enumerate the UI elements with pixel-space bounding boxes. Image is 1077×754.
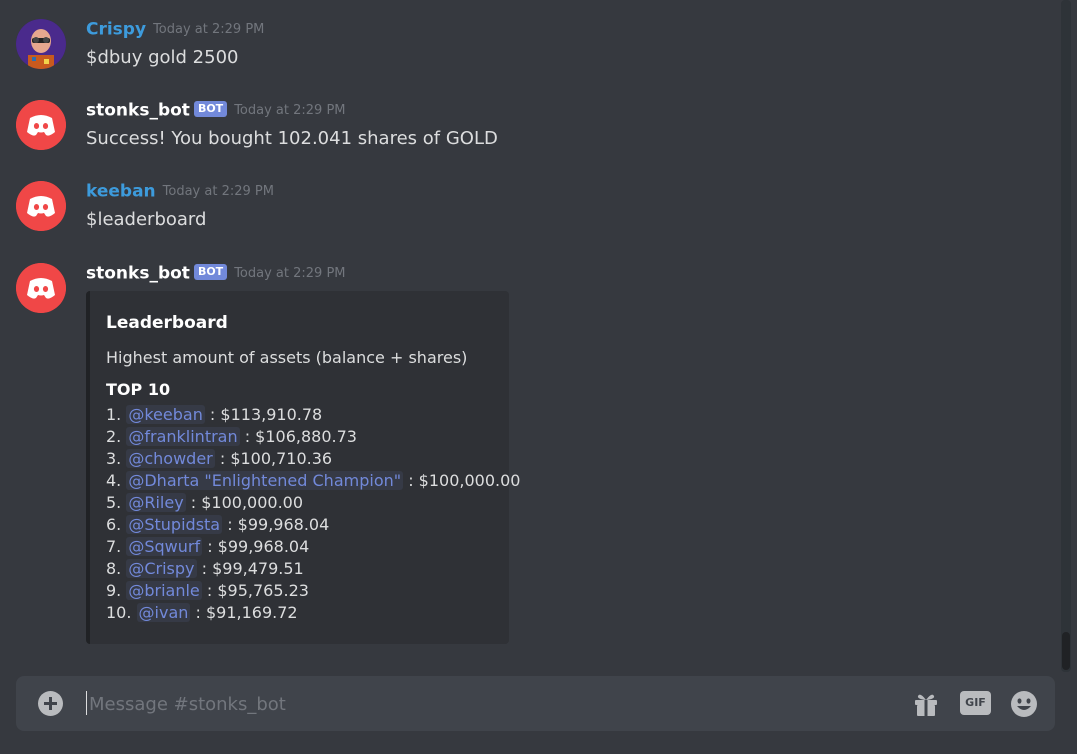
gif-icon[interactable]: GIF [960,691,991,715]
leaderboard-row: 10. @ivan : $91,169.72 [106,602,520,624]
timestamp: Today at 2:29 PM [162,184,274,199]
assets-value: : $100,000.00 [403,471,521,490]
message-text: Success! You bought 102.041 shares of GO… [86,128,498,149]
message-text: $leaderboard [86,209,207,230]
scrollbar-track[interactable] [1061,0,1071,672]
message-input[interactable] [87,688,891,720]
username[interactable]: stonks_bot [86,264,190,284]
avatar[interactable] [16,263,66,313]
message-header: stonks_bot BOT Today at 2:29 PM [86,100,346,124]
bot-tag: BOT [193,100,228,117]
leaderboard-row: 5. @Riley : $100,000.00 [106,492,520,514]
leaderboard-row: 4. @Dharta "Enlightened Champion" : $100… [106,470,520,492]
avatar[interactable] [16,181,66,231]
assets-value: : $100,000.00 [185,493,304,512]
assets-value: : $106,880.73 [239,427,357,446]
assets-value: : $95,765.23 [201,581,309,600]
rank: 10. [106,603,132,622]
rank: 7. [106,537,122,556]
message-composer: GIF [16,676,1055,731]
embed-field-name: TOP 10 [106,380,171,399]
leaderboard-row: 8. @Crispy : $99,479.51 [106,558,520,580]
leaderboard-row: 6. @Stupidsta : $99,968.04 [106,514,520,536]
assets-value: : $113,910.78 [204,405,323,424]
avatar[interactable] [16,100,66,150]
assets-value: : $91,169.72 [190,603,298,622]
discord-logo-icon [16,100,66,150]
assets-value: : $100,710.36 [214,449,333,468]
rank: 2. [106,427,122,446]
assets-value: : $99,479.51 [196,559,304,578]
bot-tag: BOT [193,263,228,280]
avatar[interactable] [16,19,66,69]
user-mention[interactable]: @ivan [136,603,191,622]
leaderboard-list: 1. @keeban : $113,910.78 2. @franklintra… [106,404,520,624]
scrollbar-thumb[interactable] [1062,632,1070,670]
discord-logo-icon [16,181,66,231]
assets-value: : $99,968.04 [202,537,310,556]
leaderboard-row: 9. @brianle : $95,765.23 [106,580,520,602]
chat-pane: Crispy Today at 2:29 PM $dbuy gold 2500 s… [0,0,1077,754]
user-mention[interactable]: @franklintran [126,427,240,446]
embed-description: Highest amount of assets (balance + shar… [106,348,468,367]
username[interactable]: stonks_bot [86,101,190,121]
message-header: keeban Today at 2:29 PM [86,181,274,205]
gift-icon[interactable] [912,690,940,722]
rank: 3. [106,449,122,468]
user-mention[interactable]: @brianle [126,581,202,600]
rank: 5. [106,493,122,512]
message-header: Crispy Today at 2:29 PM [86,19,264,43]
leaderboard-embed: Leaderboard Highest amount of assets (ba… [86,291,520,644]
rank: 8. [106,559,122,578]
user-mention[interactable]: @Riley [126,493,186,512]
user-mention[interactable]: @Dharta "Enlightened Champion" [126,471,404,490]
leaderboard-row: 1. @keeban : $113,910.78 [106,404,520,426]
rank: 4. [106,471,122,490]
timestamp: Today at 2:29 PM [153,22,265,37]
plus-circle-icon[interactable] [38,691,63,716]
leaderboard-row: 3. @chowder : $100,710.36 [106,448,520,470]
emoji-smile-icon[interactable] [1010,690,1038,722]
discord-logo-icon [16,263,66,313]
username[interactable]: Crispy [86,20,146,40]
message-header: stonks_bot BOT Today at 2:29 PM [86,263,346,287]
user-mention[interactable]: @Stupidsta [126,515,223,534]
user-mention[interactable]: @Crispy [126,559,197,578]
username[interactable]: keeban [86,182,156,202]
message-text: $dbuy gold 2500 [86,47,239,68]
leaderboard-row: 2. @franklintran : $106,880.73 [106,426,520,448]
timestamp: Today at 2:29 PM [234,266,346,281]
rank: 9. [106,581,122,600]
rank: 6. [106,515,122,534]
embed-title: Leaderboard [106,313,228,333]
rank: 1. [106,405,122,424]
leaderboard-row: 7. @Sqwurf : $99,968.04 [106,536,520,558]
timestamp: Today at 2:29 PM [234,103,346,118]
user-mention[interactable]: @keeban [126,405,205,424]
user-mention[interactable]: @Sqwurf [126,537,203,556]
assets-value: : $99,968.04 [222,515,330,534]
user-mention[interactable]: @chowder [126,449,215,468]
